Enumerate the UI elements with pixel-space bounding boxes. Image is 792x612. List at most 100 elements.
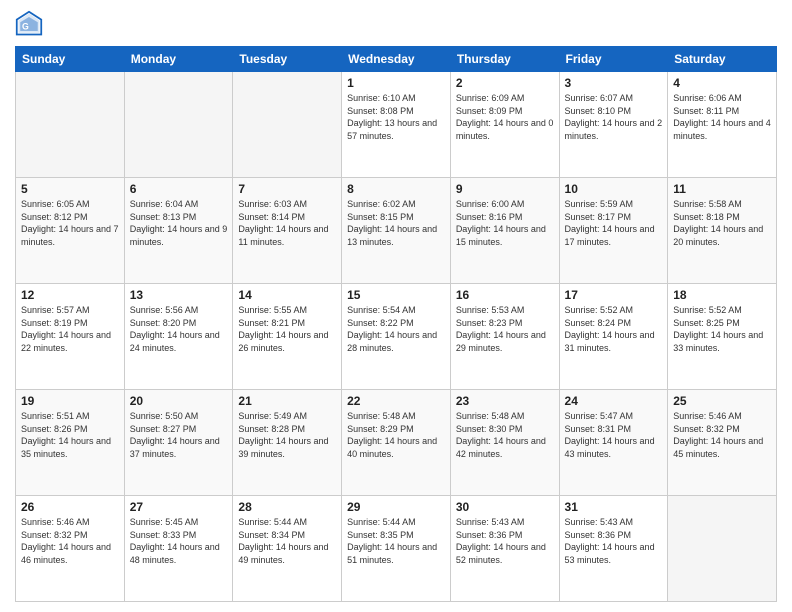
day-info: Sunrise: 6:09 AMSunset: 8:09 PMDaylight:… xyxy=(456,92,554,142)
calendar-header: SundayMondayTuesdayWednesdayThursdayFrid… xyxy=(16,47,777,72)
day-number: 18 xyxy=(673,288,771,302)
calendar-day-cell: 4 Sunrise: 6:06 AMSunset: 8:11 PMDaylight… xyxy=(668,72,777,178)
day-info: Sunrise: 5:44 AMSunset: 8:35 PMDaylight:… xyxy=(347,516,445,566)
day-number: 12 xyxy=(21,288,119,302)
day-info: Sunrise: 5:48 AMSunset: 8:29 PMDaylight:… xyxy=(347,410,445,460)
calendar-body: 1 Sunrise: 6:10 AMSunset: 8:08 PMDaylight… xyxy=(16,72,777,602)
day-info: Sunrise: 6:02 AMSunset: 8:15 PMDaylight:… xyxy=(347,198,445,248)
day-info: Sunrise: 5:46 AMSunset: 8:32 PMDaylight:… xyxy=(673,410,771,460)
day-info: Sunrise: 6:04 AMSunset: 8:13 PMDaylight:… xyxy=(130,198,228,248)
day-number: 16 xyxy=(456,288,554,302)
calendar-day-cell: 15Sunrise: 5:54 AMSunset: 8:22 PMDayligh… xyxy=(342,284,451,390)
calendar-day-cell xyxy=(668,496,777,602)
calendar-week-row: 1 Sunrise: 6:10 AMSunset: 8:08 PMDaylight… xyxy=(16,72,777,178)
day-number: 1 xyxy=(347,76,445,90)
day-info: Sunrise: 5:52 AMSunset: 8:25 PMDaylight:… xyxy=(673,304,771,354)
day-of-week-header: Wednesday xyxy=(342,47,451,72)
day-info: Sunrise: 5:58 AMSunset: 8:18 PMDaylight:… xyxy=(673,198,771,248)
day-info: Sunrise: 5:49 AMSunset: 8:28 PMDaylight:… xyxy=(238,410,336,460)
day-info: Sunrise: 5:46 AMSunset: 8:32 PMDaylight:… xyxy=(21,516,119,566)
day-number: 7 xyxy=(238,182,336,196)
calendar-day-cell: 2 Sunrise: 6:09 AMSunset: 8:09 PMDaylight… xyxy=(450,72,559,178)
day-info: Sunrise: 6:03 AMSunset: 8:14 PMDaylight:… xyxy=(238,198,336,248)
day-of-week-header: Tuesday xyxy=(233,47,342,72)
calendar-day-cell: 11 Sunrise: 5:58 AMSunset: 8:18 PMDayligh… xyxy=(668,178,777,284)
calendar-day-cell: 3 Sunrise: 6:07 AMSunset: 8:10 PMDaylight… xyxy=(559,72,668,178)
calendar-day-cell: 25 Sunrise: 5:46 AMSunset: 8:32 PMDayligh… xyxy=(668,390,777,496)
day-number: 28 xyxy=(238,500,336,514)
calendar-day-cell: 16 Sunrise: 5:53 AMSunset: 8:23 PMDayligh… xyxy=(450,284,559,390)
day-number: 2 xyxy=(456,76,554,90)
day-info: Sunrise: 6:07 AMSunset: 8:10 PMDaylight:… xyxy=(565,92,663,142)
calendar-day-cell: 5 Sunrise: 6:05 AMSunset: 8:12 PMDaylight… xyxy=(16,178,125,284)
calendar-week-row: 12 Sunrise: 5:57 AMSunset: 8:19 PMDayligh… xyxy=(16,284,777,390)
day-of-week-header: Friday xyxy=(559,47,668,72)
day-info: Sunrise: 5:56 AMSunset: 8:20 PMDaylight:… xyxy=(130,304,228,354)
calendar-day-cell: 1 Sunrise: 6:10 AMSunset: 8:08 PMDaylight… xyxy=(342,72,451,178)
day-info: Sunrise: 5:53 AMSunset: 8:23 PMDaylight:… xyxy=(456,304,554,354)
header: G xyxy=(15,10,777,38)
day-info: Sunrise: 5:59 AMSunset: 8:17 PMDaylight:… xyxy=(565,198,663,248)
day-of-week-header: Monday xyxy=(124,47,233,72)
day-info: Sunrise: 5:43 AMSunset: 8:36 PMDaylight:… xyxy=(565,516,663,566)
day-number: 4 xyxy=(673,76,771,90)
day-info: Sunrise: 6:10 AMSunset: 8:08 PMDaylight:… xyxy=(347,92,445,142)
day-number: 5 xyxy=(21,182,119,196)
day-number: 29 xyxy=(347,500,445,514)
calendar-day-cell: 31 Sunrise: 5:43 AMSunset: 8:36 PMDayligh… xyxy=(559,496,668,602)
day-number: 26 xyxy=(21,500,119,514)
day-info: Sunrise: 5:48 AMSunset: 8:30 PMDaylight:… xyxy=(456,410,554,460)
day-number: 14 xyxy=(238,288,336,302)
calendar-day-cell: 26 Sunrise: 5:46 AMSunset: 8:32 PMDayligh… xyxy=(16,496,125,602)
day-info: Sunrise: 5:44 AMSunset: 8:34 PMDaylight:… xyxy=(238,516,336,566)
day-info: Sunrise: 5:47 AMSunset: 8:31 PMDaylight:… xyxy=(565,410,663,460)
day-number: 30 xyxy=(456,500,554,514)
calendar-day-cell: 10 Sunrise: 5:59 AMSunset: 8:17 PMDayligh… xyxy=(559,178,668,284)
header-row: SundayMondayTuesdayWednesdayThursdayFrid… xyxy=(16,47,777,72)
calendar-day-cell: 8 Sunrise: 6:02 AMSunset: 8:15 PMDaylight… xyxy=(342,178,451,284)
day-info: Sunrise: 5:51 AMSunset: 8:26 PMDaylight:… xyxy=(21,410,119,460)
calendar-day-cell: 19Sunrise: 5:51 AMSunset: 8:26 PMDayligh… xyxy=(16,390,125,496)
day-number: 25 xyxy=(673,394,771,408)
day-info: Sunrise: 6:00 AMSunset: 8:16 PMDaylight:… xyxy=(456,198,554,248)
calendar-day-cell xyxy=(16,72,125,178)
day-number: 21 xyxy=(238,394,336,408)
day-number: 11 xyxy=(673,182,771,196)
calendar-day-cell: 14 Sunrise: 5:55 AMSunset: 8:21 PMDayligh… xyxy=(233,284,342,390)
calendar-day-cell: 9 Sunrise: 6:00 AMSunset: 8:16 PMDaylight… xyxy=(450,178,559,284)
day-number: 27 xyxy=(130,500,228,514)
day-number: 9 xyxy=(456,182,554,196)
calendar-day-cell: 7 Sunrise: 6:03 AMSunset: 8:14 PMDaylight… xyxy=(233,178,342,284)
day-info: Sunrise: 6:05 AMSunset: 8:12 PMDaylight:… xyxy=(21,198,119,248)
calendar-day-cell: 23 Sunrise: 5:48 AMSunset: 8:30 PMDayligh… xyxy=(450,390,559,496)
calendar-day-cell xyxy=(124,72,233,178)
calendar-day-cell: 30 Sunrise: 5:43 AMSunset: 8:36 PMDayligh… xyxy=(450,496,559,602)
day-info: Sunrise: 5:43 AMSunset: 8:36 PMDaylight:… xyxy=(456,516,554,566)
calendar-day-cell: 6Sunrise: 6:04 AMSunset: 8:13 PMDaylight… xyxy=(124,178,233,284)
day-info: Sunrise: 5:52 AMSunset: 8:24 PMDaylight:… xyxy=(565,304,663,354)
calendar-day-cell: 21 Sunrise: 5:49 AMSunset: 8:28 PMDayligh… xyxy=(233,390,342,496)
calendar-day-cell: 24Sunrise: 5:47 AMSunset: 8:31 PMDayligh… xyxy=(559,390,668,496)
calendar-day-cell: 28 Sunrise: 5:44 AMSunset: 8:34 PMDayligh… xyxy=(233,496,342,602)
day-number: 22 xyxy=(347,394,445,408)
day-number: 23 xyxy=(456,394,554,408)
day-number: 31 xyxy=(565,500,663,514)
calendar-day-cell: 12 Sunrise: 5:57 AMSunset: 8:19 PMDayligh… xyxy=(16,284,125,390)
calendar-week-row: 26 Sunrise: 5:46 AMSunset: 8:32 PMDayligh… xyxy=(16,496,777,602)
day-info: Sunrise: 5:45 AMSunset: 8:33 PMDaylight:… xyxy=(130,516,228,566)
calendar-day-cell xyxy=(233,72,342,178)
calendar-week-row: 5 Sunrise: 6:05 AMSunset: 8:12 PMDaylight… xyxy=(16,178,777,284)
day-number: 10 xyxy=(565,182,663,196)
day-info: Sunrise: 5:57 AMSunset: 8:19 PMDaylight:… xyxy=(21,304,119,354)
day-info: Sunrise: 6:06 AMSunset: 8:11 PMDaylight:… xyxy=(673,92,771,142)
day-number: 8 xyxy=(347,182,445,196)
day-number: 3 xyxy=(565,76,663,90)
calendar: SundayMondayTuesdayWednesdayThursdayFrid… xyxy=(15,46,777,602)
day-number: 13 xyxy=(130,288,228,302)
calendar-day-cell: 27 Sunrise: 5:45 AMSunset: 8:33 PMDayligh… xyxy=(124,496,233,602)
calendar-day-cell: 17Sunrise: 5:52 AMSunset: 8:24 PMDayligh… xyxy=(559,284,668,390)
calendar-day-cell: 20Sunrise: 5:50 AMSunset: 8:27 PMDayligh… xyxy=(124,390,233,496)
day-info: Sunrise: 5:54 AMSunset: 8:22 PMDaylight:… xyxy=(347,304,445,354)
calendar-day-cell: 29 Sunrise: 5:44 AMSunset: 8:35 PMDayligh… xyxy=(342,496,451,602)
day-info: Sunrise: 5:55 AMSunset: 8:21 PMDaylight:… xyxy=(238,304,336,354)
